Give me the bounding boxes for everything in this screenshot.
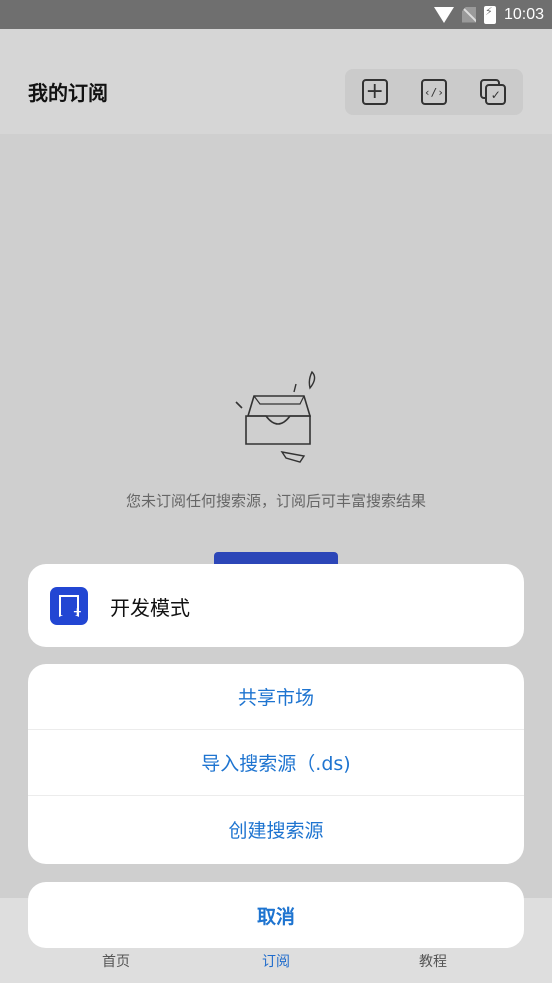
app-bar: 我的订阅 + ‹/› ✓ bbox=[0, 29, 552, 134]
code-icon: ‹/› bbox=[424, 85, 444, 99]
status-time: 10:03 bbox=[503, 5, 544, 23]
bookmark-add-icon: + bbox=[50, 587, 88, 625]
battery-charging-icon bbox=[483, 5, 496, 24]
status-icons: 10:03 bbox=[433, 0, 544, 29]
nav-item-home[interactable]: 首页 bbox=[102, 951, 130, 971]
no-sim-icon bbox=[461, 6, 476, 23]
plus-icon: + bbox=[72, 605, 82, 618]
nav-item-subscribe[interactable]: 订阅 bbox=[262, 951, 290, 971]
multi-select-button[interactable]: ✓ bbox=[480, 79, 507, 105]
dev-mode-card[interactable]: + 开发模式 bbox=[28, 564, 524, 647]
dev-mode-label: 开发模式 bbox=[110, 596, 190, 620]
cancel-label: 取消 bbox=[256, 905, 295, 928]
wifi-icon bbox=[433, 6, 454, 23]
empty-state-message: 您未订阅任何搜索源，订阅后可丰富搜索结果 bbox=[125, 492, 426, 510]
status-bar: 10:03 bbox=[0, 0, 552, 29]
cancel-button[interactable]: 取消 bbox=[28, 882, 524, 948]
add-subscription-button[interactable]: + bbox=[361, 79, 388, 105]
empty-inbox-illustration bbox=[235, 370, 316, 463]
developer-code-button[interactable]: ‹/› bbox=[420, 79, 447, 105]
import-source-option[interactable]: 导入搜索源（.ds) bbox=[28, 730, 524, 796]
page-title: 我的订阅 bbox=[28, 81, 108, 105]
multi-select-icon: ✓ bbox=[485, 84, 507, 105]
action-menu: 共享市场 导入搜索源（.ds) 创建搜索源 bbox=[28, 664, 524, 864]
nav-item-tutorial[interactable]: 教程 bbox=[419, 951, 447, 971]
add-square-icon: + bbox=[365, 79, 384, 104]
create-source-option[interactable]: 创建搜索源 bbox=[28, 796, 524, 862]
shared-market-option[interactable]: 共享市场 bbox=[28, 664, 524, 730]
header-action-group: + ‹/› ✓ bbox=[345, 69, 523, 115]
